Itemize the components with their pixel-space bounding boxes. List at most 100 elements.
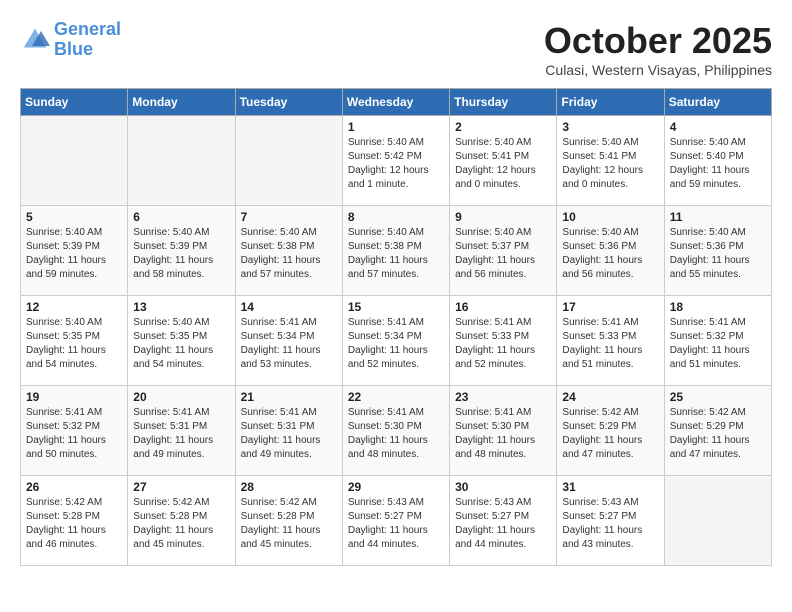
week-row-3: 12 Sunrise: 5:40 AM Sunset: 5:35 PM Dayli… <box>21 296 772 386</box>
day-number: 30 <box>455 480 551 494</box>
calendar-cell: 3Sunrise: 5:40 AM Sunset: 5:41 PM Daylig… <box>557 116 664 206</box>
calendar-cell: 10 Sunrise: 5:40 AM Sunset: 5:36 PM Dayli… <box>557 206 664 296</box>
day-number: 11 <box>670 210 766 224</box>
month-title: October 2025 <box>544 20 772 62</box>
calendar-table: SundayMondayTuesdayWednesdayThursdayFrid… <box>20 88 772 566</box>
calendar-cell <box>235 116 342 206</box>
calendar-cell <box>21 116 128 206</box>
calendar-cell: 13 Sunrise: 5:40 AM Sunset: 5:35 PM Dayli… <box>128 296 235 386</box>
day-info: Sunrise: 5:40 AM Sunset: 5:38 PM Dayligh… <box>348 226 444 282</box>
day-info: Sunrise: 5:43 AM Sunset: 5:27 PM Dayligh… <box>562 496 658 552</box>
calendar-cell: 27 Sunrise: 5:42 AM Sunset: 5:28 PM Dayli… <box>128 476 235 566</box>
day-number: 17 <box>562 300 658 314</box>
day-info: Sunrise: 5:40 AM Sunset: 5:35 PM Dayligh… <box>133 316 229 372</box>
logo-text: General Blue <box>54 20 121 60</box>
calendar-cell <box>128 116 235 206</box>
day-number: 27 <box>133 480 229 494</box>
day-number: 15 <box>348 300 444 314</box>
day-number: 10 <box>562 210 658 224</box>
calendar-cell: 7 Sunrise: 5:40 AM Sunset: 5:38 PM Daylig… <box>235 206 342 296</box>
logo: General Blue <box>20 20 121 60</box>
calendar-cell: 29 Sunrise: 5:43 AM Sunset: 5:27 PM Dayli… <box>342 476 449 566</box>
day-info: Sunrise: 5:43 AM Sunset: 5:27 PM Dayligh… <box>348 496 444 552</box>
week-row-1: 1Sunrise: 5:40 AM Sunset: 5:42 PM Daylig… <box>21 116 772 206</box>
calendar-cell: 11 Sunrise: 5:40 AM Sunset: 5:36 PM Dayli… <box>664 206 771 296</box>
day-number: 24 <box>562 390 658 404</box>
day-info: Sunrise: 5:41 AM Sunset: 5:31 PM Dayligh… <box>133 406 229 462</box>
day-info: Sunrise: 5:42 AM Sunset: 5:28 PM Dayligh… <box>241 496 337 552</box>
day-info: Sunrise: 5:41 AM Sunset: 5:31 PM Dayligh… <box>241 406 337 462</box>
day-info: Sunrise: 5:41 AM Sunset: 5:30 PM Dayligh… <box>455 406 551 462</box>
weekday-header-row: SundayMondayTuesdayWednesdayThursdayFrid… <box>21 89 772 116</box>
calendar-cell: 15 Sunrise: 5:41 AM Sunset: 5:34 PM Dayli… <box>342 296 449 386</box>
calendar-cell: 12 Sunrise: 5:40 AM Sunset: 5:35 PM Dayli… <box>21 296 128 386</box>
calendar-cell: 25 Sunrise: 5:42 AM Sunset: 5:29 PM Dayli… <box>664 386 771 476</box>
weekday-header-tuesday: Tuesday <box>235 89 342 116</box>
location: Culasi, Western Visayas, Philippines <box>544 62 772 78</box>
calendar-cell: 5 Sunrise: 5:40 AM Sunset: 5:39 PM Daylig… <box>21 206 128 296</box>
day-info: Sunrise: 5:40 AM Sunset: 5:37 PM Dayligh… <box>455 226 551 282</box>
day-info: Sunrise: 5:41 AM Sunset: 5:34 PM Dayligh… <box>348 316 444 372</box>
day-info: Sunrise: 5:42 AM Sunset: 5:28 PM Dayligh… <box>26 496 122 552</box>
day-info: Sunrise: 5:42 AM Sunset: 5:29 PM Dayligh… <box>670 406 766 462</box>
calendar-cell: 18Sunrise: 5:41 AM Sunset: 5:32 PM Dayli… <box>664 296 771 386</box>
calendar-cell: 28 Sunrise: 5:42 AM Sunset: 5:28 PM Dayli… <box>235 476 342 566</box>
calendar-cell: 31 Sunrise: 5:43 AM Sunset: 5:27 PM Dayli… <box>557 476 664 566</box>
day-number: 20 <box>133 390 229 404</box>
day-number: 26 <box>26 480 122 494</box>
calendar-cell: 21 Sunrise: 5:41 AM Sunset: 5:31 PM Dayli… <box>235 386 342 476</box>
week-row-5: 26 Sunrise: 5:42 AM Sunset: 5:28 PM Dayli… <box>21 476 772 566</box>
calendar-cell: 30 Sunrise: 5:43 AM Sunset: 5:27 PM Dayli… <box>450 476 557 566</box>
day-info: Sunrise: 5:40 AM Sunset: 5:39 PM Dayligh… <box>133 226 229 282</box>
day-number: 13 <box>133 300 229 314</box>
day-info: Sunrise: 5:41 AM Sunset: 5:32 PM Dayligh… <box>26 406 122 462</box>
page-header: General Blue October 2025 Culasi, Wester… <box>20 20 772 78</box>
day-number: 8 <box>348 210 444 224</box>
day-info: Sunrise: 5:40 AM Sunset: 5:38 PM Dayligh… <box>241 226 337 282</box>
weekday-header-sunday: Sunday <box>21 89 128 116</box>
weekday-header-thursday: Thursday <box>450 89 557 116</box>
day-info: Sunrise: 5:41 AM Sunset: 5:33 PM Dayligh… <box>562 316 658 372</box>
calendar-cell: 4Sunrise: 5:40 AM Sunset: 5:40 PM Daylig… <box>664 116 771 206</box>
weekday-header-monday: Monday <box>128 89 235 116</box>
day-info: Sunrise: 5:40 AM Sunset: 5:39 PM Dayligh… <box>26 226 122 282</box>
day-number: 16 <box>455 300 551 314</box>
day-info: Sunrise: 5:41 AM Sunset: 5:33 PM Dayligh… <box>455 316 551 372</box>
day-number: 14 <box>241 300 337 314</box>
day-number: 19 <box>26 390 122 404</box>
weekday-header-saturday: Saturday <box>664 89 771 116</box>
day-number: 23 <box>455 390 551 404</box>
calendar-cell: 1Sunrise: 5:40 AM Sunset: 5:42 PM Daylig… <box>342 116 449 206</box>
day-number: 31 <box>562 480 658 494</box>
day-number: 5 <box>26 210 122 224</box>
day-info: Sunrise: 5:43 AM Sunset: 5:27 PM Dayligh… <box>455 496 551 552</box>
logo-icon <box>20 25 50 55</box>
calendar-cell: 17 Sunrise: 5:41 AM Sunset: 5:33 PM Dayli… <box>557 296 664 386</box>
day-info: Sunrise: 5:40 AM Sunset: 5:36 PM Dayligh… <box>670 226 766 282</box>
day-number: 29 <box>348 480 444 494</box>
calendar-cell: 26 Sunrise: 5:42 AM Sunset: 5:28 PM Dayli… <box>21 476 128 566</box>
day-number: 21 <box>241 390 337 404</box>
day-info: Sunrise: 5:40 AM Sunset: 5:36 PM Dayligh… <box>562 226 658 282</box>
day-number: 6 <box>133 210 229 224</box>
calendar-cell: 24 Sunrise: 5:42 AM Sunset: 5:29 PM Dayli… <box>557 386 664 476</box>
day-number: 9 <box>455 210 551 224</box>
day-info: Sunrise: 5:40 AM Sunset: 5:35 PM Dayligh… <box>26 316 122 372</box>
calendar-cell: 22Sunrise: 5:41 AM Sunset: 5:30 PM Dayli… <box>342 386 449 476</box>
day-number: 22 <box>348 390 444 404</box>
calendar-cell: 6 Sunrise: 5:40 AM Sunset: 5:39 PM Daylig… <box>128 206 235 296</box>
calendar-cell <box>664 476 771 566</box>
title-block: October 2025 Culasi, Western Visayas, Ph… <box>544 20 772 78</box>
day-number: 7 <box>241 210 337 224</box>
day-info: Sunrise: 5:40 AM Sunset: 5:40 PM Dayligh… <box>670 136 766 192</box>
day-number: 28 <box>241 480 337 494</box>
day-info: Sunrise: 5:42 AM Sunset: 5:28 PM Dayligh… <box>133 496 229 552</box>
calendar-cell: 16 Sunrise: 5:41 AM Sunset: 5:33 PM Dayli… <box>450 296 557 386</box>
weekday-header-wednesday: Wednesday <box>342 89 449 116</box>
calendar-cell: 14Sunrise: 5:41 AM Sunset: 5:34 PM Dayli… <box>235 296 342 386</box>
day-number: 25 <box>670 390 766 404</box>
day-info: Sunrise: 5:42 AM Sunset: 5:29 PM Dayligh… <box>562 406 658 462</box>
day-info: Sunrise: 5:40 AM Sunset: 5:41 PM Dayligh… <box>562 136 658 192</box>
day-info: Sunrise: 5:41 AM Sunset: 5:32 PM Dayligh… <box>670 316 766 372</box>
day-number: 12 <box>26 300 122 314</box>
